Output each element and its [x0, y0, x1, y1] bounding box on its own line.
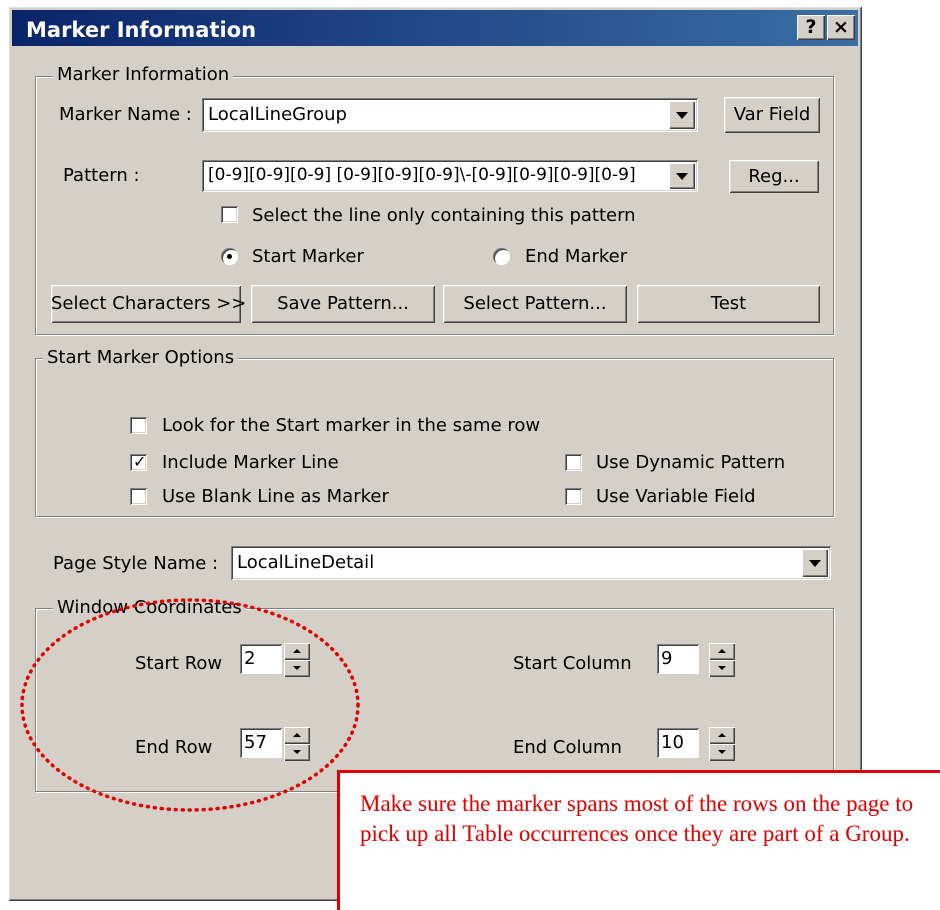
start-column-value: 9	[661, 648, 673, 669]
start-marker-label: Start Marker	[252, 246, 364, 267]
help-button[interactable]: ?	[797, 15, 825, 40]
pattern-dropdown-button[interactable]	[669, 163, 695, 189]
arrow-down-icon	[718, 750, 726, 754]
chevron-down-icon	[676, 112, 688, 119]
start-column-decrement[interactable]	[709, 660, 735, 677]
use-dynamic-pattern-label: Use Dynamic Pattern	[596, 452, 786, 473]
save-pattern-button[interactable]: Save Pattern...	[251, 285, 435, 323]
use-blank-line-label: Use Blank Line as Marker	[162, 486, 389, 507]
look-same-row-checkbox[interactable]	[130, 417, 147, 434]
end-column-increment[interactable]	[709, 727, 735, 744]
arrow-down-icon	[718, 666, 726, 670]
title-bar[interactable]: Marker Information ? ×	[12, 10, 858, 46]
chevron-down-icon	[809, 560, 821, 567]
pattern-combobox[interactable]: [0-9][0-9][0-9] [0-9][0-9][0-9]\-[0-9][0…	[202, 160, 698, 192]
look-same-row-label: Look for the Start marker in the same ro…	[162, 415, 541, 436]
page-style-name-label: Page Style Name :	[53, 553, 219, 574]
start-marker-options-legend: Start Marker Options	[43, 347, 239, 368]
chevron-down-icon	[676, 173, 688, 180]
pattern-value: [0-9][0-9][0-9] [0-9][0-9][0-9]\-[0-9][0…	[208, 165, 636, 185]
use-variable-field-label: Use Variable Field	[596, 486, 756, 507]
callout-box: Make sure the marker spans most of the r…	[337, 770, 940, 910]
start-column-increment[interactable]	[709, 643, 735, 660]
end-column-label: End Column	[513, 737, 622, 758]
start-column-input[interactable]: 9	[657, 644, 699, 674]
use-dynamic-pattern-checkbox[interactable]	[565, 454, 582, 471]
start-column-label: Start Column	[513, 653, 632, 674]
start-marker-radio[interactable]	[221, 248, 238, 265]
end-column-decrement[interactable]	[709, 744, 735, 761]
close-icon: ×	[833, 16, 849, 38]
page-style-value: LocalLineDetail	[237, 552, 375, 573]
end-marker-label: End Marker	[525, 246, 628, 267]
help-icon: ?	[805, 16, 817, 38]
close-button[interactable]: ×	[827, 15, 855, 40]
include-marker-line-checkbox[interactable]: ✓	[130, 452, 147, 471]
select-characters-button[interactable]: Select Characters >>	[51, 285, 246, 323]
marker-name-label: Marker Name :	[59, 104, 192, 125]
marker-name-value: LocalLineGroup	[208, 104, 347, 125]
var-field-button[interactable]: Var Field	[724, 97, 820, 133]
use-variable-field-checkbox[interactable]	[565, 488, 582, 505]
marker-name-combobox[interactable]: LocalLineGroup	[202, 98, 698, 132]
page-style-combobox[interactable]: LocalLineDetail	[231, 546, 831, 580]
select-pattern-button[interactable]: Select Pattern...	[443, 285, 627, 323]
end-column-input[interactable]: 10	[657, 728, 699, 758]
highlight-oval	[20, 598, 360, 812]
callout-text: Make sure the marker spans most of the r…	[360, 791, 914, 846]
arrow-up-icon	[718, 733, 726, 737]
checkmark-icon: ✓	[133, 452, 147, 471]
select-line-checkbox[interactable]	[221, 206, 238, 223]
end-marker-radio[interactable]	[493, 248, 510, 265]
arrow-up-icon	[718, 649, 726, 653]
select-line-label: Select the line only containing this pat…	[252, 205, 636, 226]
use-blank-line-checkbox[interactable]	[130, 488, 147, 505]
reg-button[interactable]: Reg...	[729, 160, 819, 193]
page-style-dropdown-button[interactable]	[802, 549, 828, 577]
end-column-value: 10	[661, 732, 684, 753]
marker-name-dropdown-button[interactable]	[669, 101, 695, 129]
pattern-label: Pattern :	[63, 165, 140, 186]
test-button[interactable]: Test	[637, 285, 820, 323]
include-marker-line-label: Include Marker Line	[162, 452, 339, 473]
marker-information-legend: Marker Information	[53, 64, 234, 85]
window-title: Marker Information	[26, 18, 257, 42]
